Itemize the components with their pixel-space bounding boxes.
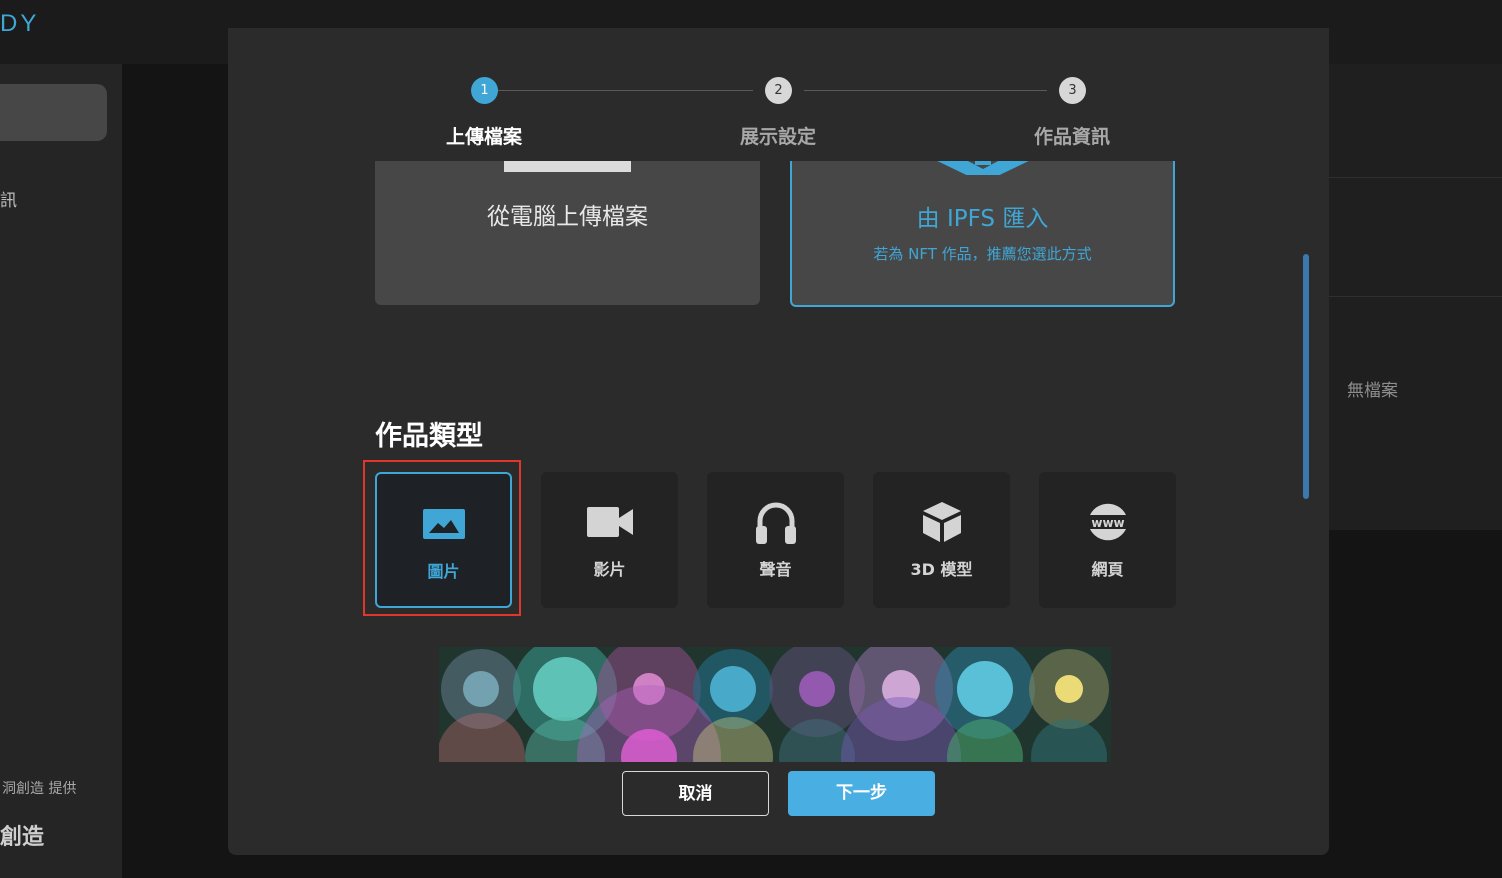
svg-text:www: www bbox=[1091, 516, 1124, 530]
cube-icon bbox=[873, 498, 1010, 546]
step-connector bbox=[498, 90, 753, 91]
upload-from-computer-card[interactable]: 從電腦上傳檔案 bbox=[375, 161, 760, 305]
modal-scrollbar[interactable] bbox=[1303, 254, 1309, 499]
step-connector bbox=[804, 90, 1047, 91]
headphones-icon bbox=[707, 498, 844, 546]
import-from-ipfs-subtitle: 若為 NFT 作品，推薦您選此方式 bbox=[873, 245, 1092, 263]
type-audio-label: 聲音 bbox=[759, 560, 792, 579]
type-video-label: 影片 bbox=[593, 560, 626, 579]
step-2-indicator: 2 bbox=[765, 77, 792, 104]
app-sidebar: 訊 洞創造 提供 創造 bbox=[0, 64, 122, 878]
type-3d-model-tile[interactable]: 3D 模型 bbox=[873, 472, 1010, 608]
no-file-label: 無檔案 bbox=[1347, 381, 1398, 401]
image-preview bbox=[439, 647, 1111, 762]
upload-from-computer-title: 從電腦上傳檔案 bbox=[487, 204, 648, 230]
sidebar-item-active[interactable] bbox=[0, 84, 107, 141]
step-progress: 1 2 3 上傳檔案 展示設定 作品資訊 bbox=[228, 28, 1329, 161]
divider bbox=[1329, 177, 1502, 178]
divider bbox=[1329, 296, 1502, 297]
import-from-ipfs-card[interactable]: 由 IPFS 匯入 若為 NFT 作品，推薦您選此方式 bbox=[790, 161, 1175, 307]
www-globe-icon: www bbox=[1039, 498, 1176, 546]
type-audio-tile[interactable]: 聲音 bbox=[707, 472, 844, 608]
image-icon bbox=[377, 500, 510, 548]
provider-text: 洞創造 提供 bbox=[2, 781, 77, 797]
step-2-label: 展示設定 bbox=[739, 126, 816, 148]
sidebar-item-info[interactable]: 訊 bbox=[0, 186, 17, 211]
work-type-title: 作品類型 bbox=[375, 421, 483, 452]
app-brand[interactable]: DY bbox=[0, 10, 39, 38]
type-image-label: 圖片 bbox=[427, 562, 460, 581]
type-webpage-tile[interactable]: www 網頁 bbox=[1039, 472, 1176, 608]
type-webpage-label: 網頁 bbox=[1091, 560, 1124, 579]
type-video-tile[interactable]: 影片 bbox=[541, 472, 678, 608]
type-3d-model-label: 3D 模型 bbox=[910, 560, 973, 579]
step-1-label: 上傳檔案 bbox=[445, 126, 522, 148]
cancel-button[interactable]: 取消 bbox=[622, 771, 769, 816]
preview-bokeh-image bbox=[439, 647, 1111, 762]
ipfs-download-icon bbox=[937, 161, 1029, 175]
step-3-indicator: 3 bbox=[1059, 77, 1086, 104]
step-3-label: 作品資訊 bbox=[1033, 126, 1110, 148]
right-panel: 無檔案 bbox=[1329, 64, 1502, 530]
type-image-tile[interactable]: 圖片 bbox=[375, 472, 512, 608]
import-from-ipfs-title: 由 IPFS 匯入 bbox=[916, 206, 1049, 232]
upload-modal: 從電腦上傳檔案 由 IPFS 匯入 若為 NFT 作品，推薦您選此方式 作品類型… bbox=[228, 28, 1329, 855]
next-step-button[interactable]: 下一步 bbox=[788, 771, 935, 816]
step-1-indicator: 1 bbox=[471, 77, 498, 104]
footer-brand: 創造 bbox=[0, 825, 45, 850]
video-camera-icon bbox=[541, 498, 678, 546]
modal-scroll-area[interactable]: 從電腦上傳檔案 由 IPFS 匯入 若為 NFT 作品，推薦您選此方式 作品類型… bbox=[228, 161, 1329, 762]
